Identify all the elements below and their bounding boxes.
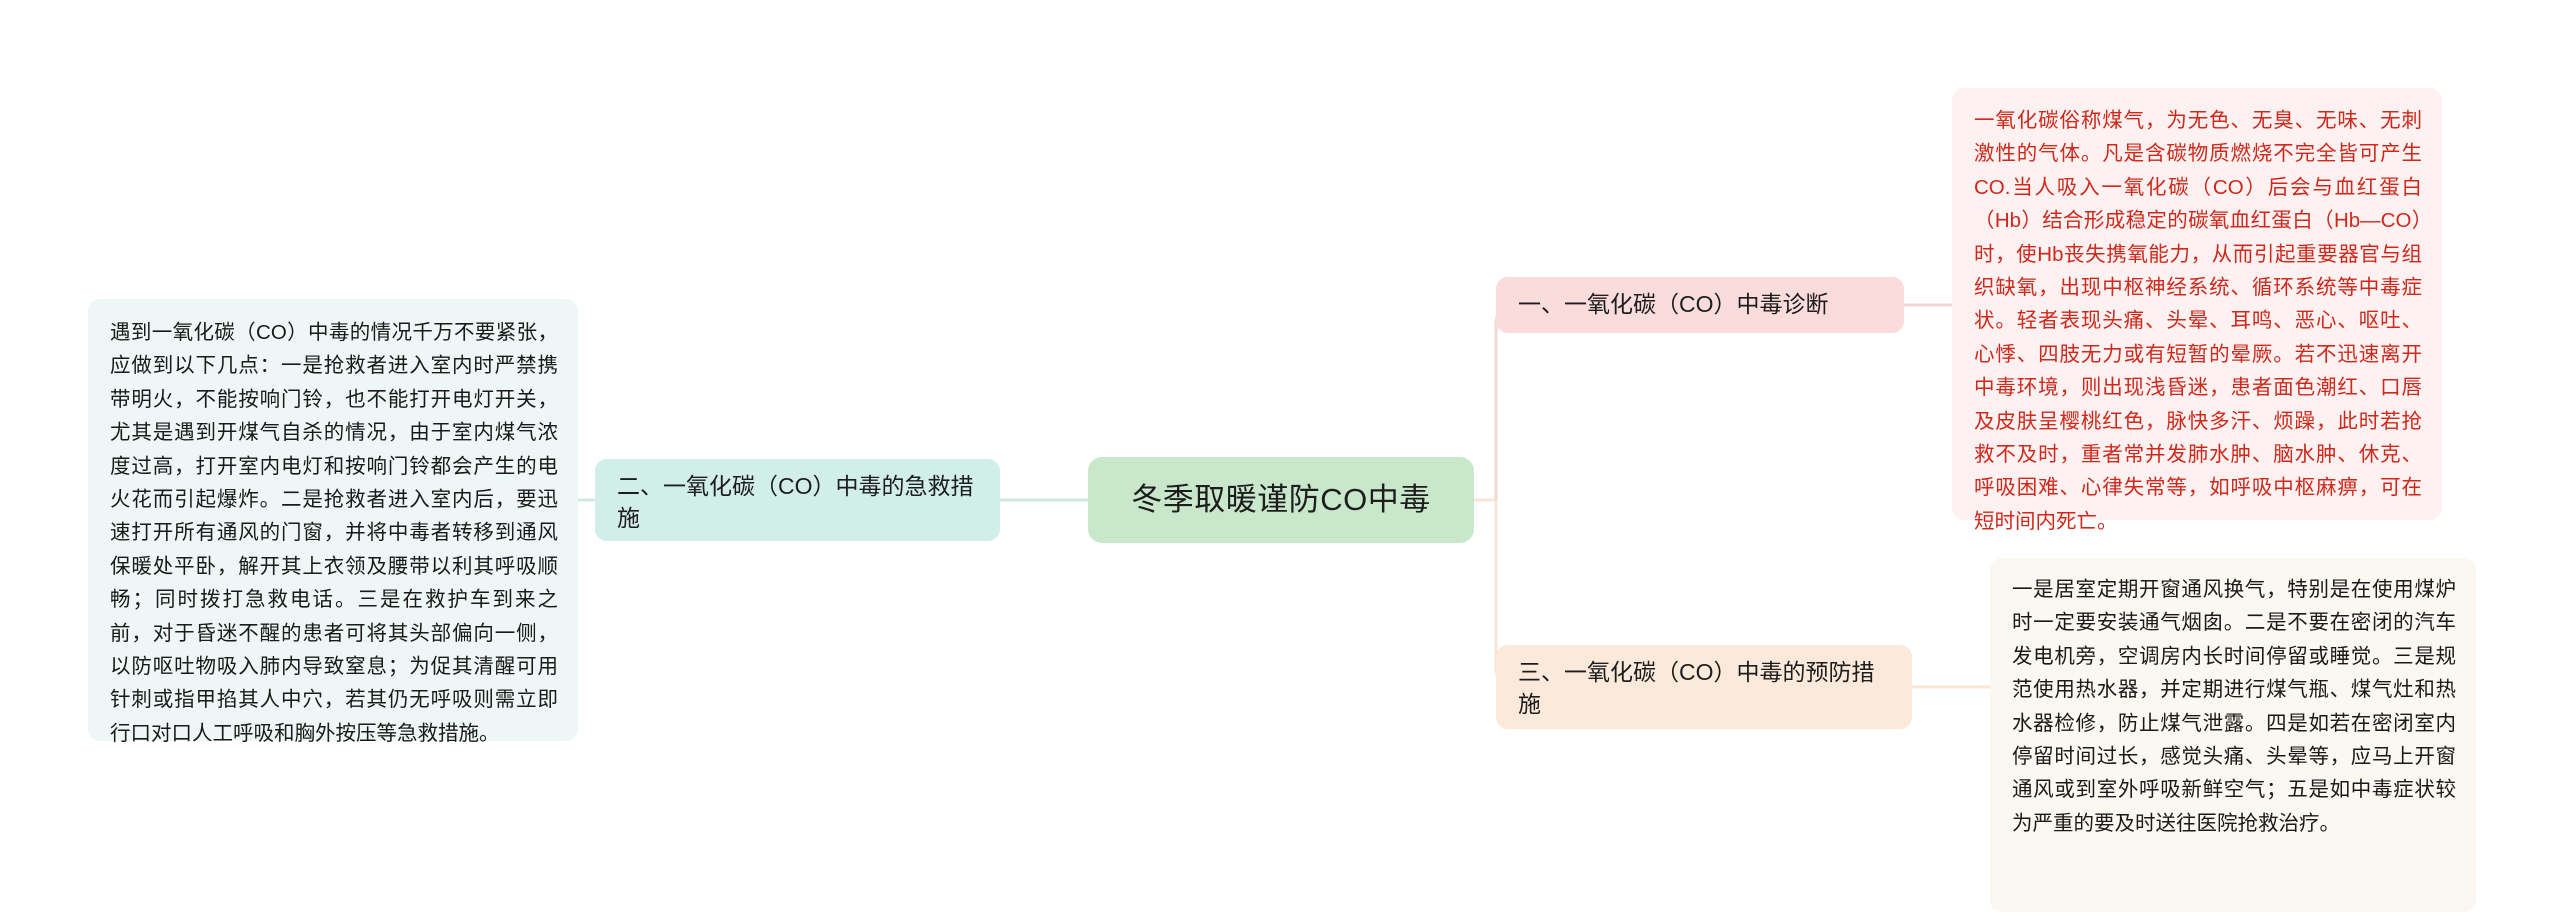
detail-panel-prevention[interactable]: 一是居室定期开窗通风换气，特别是在使用煤炉时一定要安装通气烟囱。二是不要在密闭的… — [1990, 558, 2476, 912]
central-topic-label: 冬季取暖谨防CO中毒 — [1131, 481, 1431, 517]
central-topic-node[interactable]: 冬季取暖谨防CO中毒 — [1088, 457, 1474, 543]
detail-panel-diagnosis[interactable]: 一氧化碳俗称煤气，为无色、无臭、无味、无刺激性的气体。凡是含碳物质燃烧不完全皆可… — [1952, 88, 2442, 533]
branch-node-prevention[interactable]: 三、一氧化碳（CO）中毒的预防措施 — [1496, 645, 1912, 729]
detail-text-prevention: 一是居室定期开窗通风换气，特别是在使用煤炉时一定要安装通气烟囱。二是不要在密闭的… — [2012, 578, 2456, 835]
mindmap-canvas: 冬季取暖谨防CO中毒 二、一氧化碳（CO）中毒的急救措施 遇到一氧化碳（CO）中… — [0, 0, 2560, 913]
branch-label-prevention: 三、一氧化碳（CO）中毒的预防措施 — [1518, 659, 1875, 717]
detail-text-diagnosis: 一氧化碳俗称煤气，为无色、无臭、无味、无刺激性的气体。凡是含碳物质燃烧不完全皆可… — [1974, 109, 2422, 533]
detail-text-first-aid: 遇到一氧化碳（CO）中毒的情况千万不要紧张，应做到以下几点：一是抢救者进入室内时… — [110, 321, 558, 745]
branch-node-first-aid[interactable]: 二、一氧化碳（CO）中毒的急救措施 — [595, 459, 1000, 541]
branch-label-diagnosis: 一、一氧化碳（CO）中毒诊断 — [1518, 291, 1829, 317]
branch-node-diagnosis[interactable]: 一、一氧化碳（CO）中毒诊断 — [1496, 277, 1904, 333]
link-center-to-diagnosis — [1494, 303, 1538, 500]
detail-panel-first-aid[interactable]: 遇到一氧化碳（CO）中毒的情况千万不要紧张，应做到以下几点：一是抢救者进入室内时… — [88, 299, 578, 745]
branch-label-first-aid: 二、一氧化碳（CO）中毒的急救措施 — [617, 473, 974, 531]
